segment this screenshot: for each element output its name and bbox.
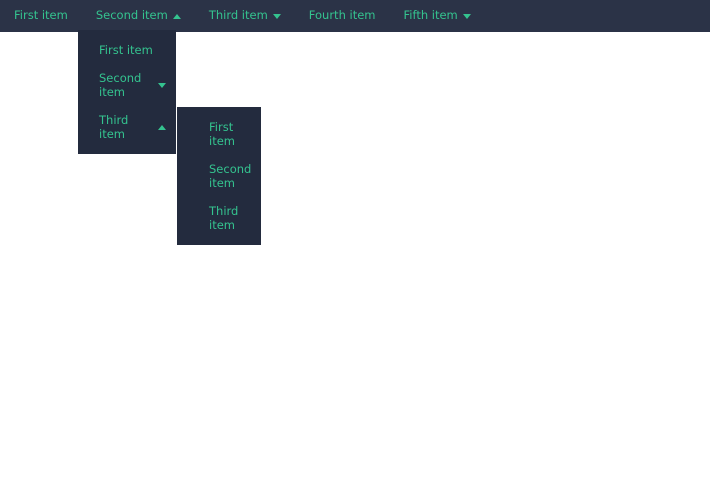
submenu-item-third[interactable]: Third item: [177, 197, 261, 239]
caret-slot: [158, 125, 166, 130]
dropdown-menu-level-1: First item Second item Third item: [78, 30, 176, 154]
menubar-item-first[interactable]: First item: [0, 0, 82, 32]
menubar-item-label: First item: [14, 10, 68, 22]
menubar-item-label: Fifth item: [404, 10, 458, 22]
submenu-item-first[interactable]: First item: [177, 113, 261, 155]
caret-up-icon: [158, 125, 166, 130]
dropdown-item-label: Third item: [99, 113, 154, 141]
menubar-item-third[interactable]: Third item: [195, 0, 295, 32]
submenu-item-label: Third item: [209, 204, 253, 232]
dropdown-item-label: Second item: [99, 71, 154, 99]
caret-slot: [158, 83, 166, 88]
menubar-item-label: Second item: [96, 10, 168, 22]
menubar-item-label: Fourth item: [309, 10, 376, 22]
menubar-item-fifth[interactable]: Fifth item: [390, 0, 485, 32]
menubar-item-second[interactable]: Second item: [82, 0, 195, 32]
menubar-item-fourth[interactable]: Fourth item: [295, 0, 390, 32]
dropdown-item-third[interactable]: Third item: [78, 106, 176, 148]
menubar: First item Second item Third item Fourth…: [0, 0, 710, 32]
submenu-item-label: Second item: [209, 162, 253, 190]
caret-down-icon: [158, 83, 166, 88]
dropdown-item-first[interactable]: First item: [78, 36, 176, 64]
caret-up-icon: [173, 14, 181, 19]
submenu-item-second[interactable]: Second item: [177, 155, 261, 197]
dropdown-menu-level-2: First item Second item Third item: [177, 107, 261, 245]
dropdown-item-label: First item: [99, 43, 154, 57]
caret-down-icon: [463, 14, 471, 19]
dropdown-item-second[interactable]: Second item: [78, 64, 176, 106]
caret-down-icon: [273, 14, 281, 19]
submenu-item-label: First item: [209, 120, 253, 148]
menubar-item-label: Third item: [209, 10, 268, 22]
